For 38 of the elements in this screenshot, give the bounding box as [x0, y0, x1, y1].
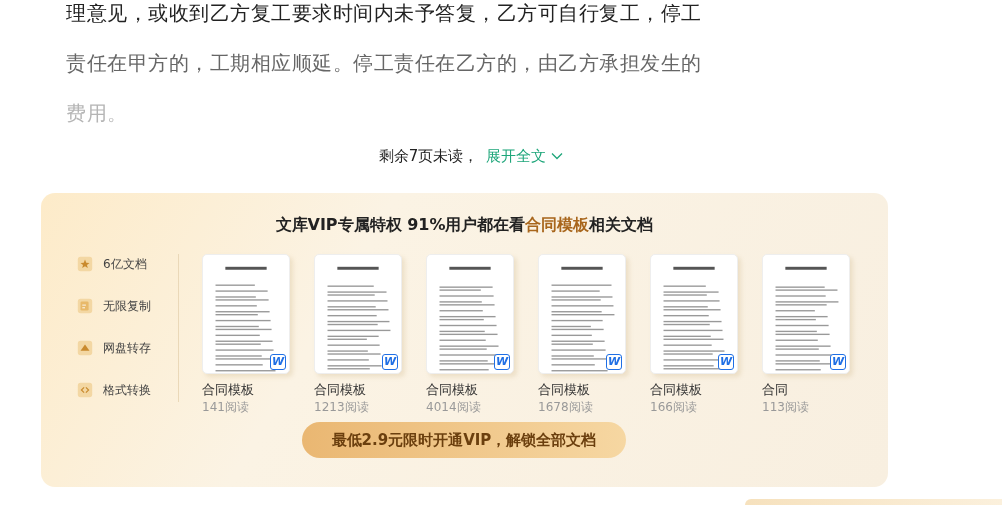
article-text: 责任在甲方的，工期相应顺延。停工责任在乙方的，由乙方承担发生的 — [66, 50, 703, 77]
chevron-down-icon — [551, 152, 564, 160]
document-title[interactable]: 合同模板 — [202, 381, 288, 399]
copy-icon — [76, 297, 94, 315]
feature-label: 无限复制 — [103, 297, 151, 315]
word-badge: W — [382, 354, 398, 370]
code-icon — [76, 381, 94, 399]
document-thumbnail[interactable]: W — [762, 254, 850, 374]
feature-label: 格式转换 — [103, 381, 151, 399]
document-thumbnail[interactable]: W — [202, 254, 290, 374]
document-title[interactable]: 合同模板 — [426, 381, 512, 399]
open-vip-button[interactable]: 最低2.9元限时开通VIP，解锁全部文档 — [302, 422, 626, 458]
document-thumbnail[interactable]: W — [426, 254, 514, 374]
document-thumbnail[interactable]: W — [650, 254, 738, 374]
word-badge: W — [606, 354, 622, 370]
remaining-pages-text: 剩余7页未读， — [378, 146, 479, 166]
feature-label: 网盘转存 — [103, 339, 151, 357]
article-text: 费用。 — [66, 100, 129, 127]
document-title[interactable]: 合同模板 — [538, 381, 624, 399]
word-badge: W — [494, 354, 510, 370]
read-count: 166阅读 — [650, 399, 698, 416]
word-badge: W — [718, 354, 734, 370]
document-thumbnail[interactable]: W — [314, 254, 402, 374]
document-title[interactable]: 合同 — [762, 381, 848, 399]
read-count: 1213阅读 — [314, 399, 370, 416]
article-text: 理意见，或收到乙方复工要求时间内未予答复，乙方可自行复工，停工 — [66, 0, 703, 27]
document-title[interactable]: 合同模板 — [314, 381, 400, 399]
read-count: 4014阅读 — [426, 399, 482, 416]
document-title[interactable]: 合同模板 — [650, 381, 736, 399]
read-count: 1678阅读 — [538, 399, 594, 416]
feature-label: 6亿文档 — [103, 255, 147, 273]
document-thumbnail[interactable]: W — [538, 254, 626, 374]
vip-title: 文库VIP专属特权 91%用户都在看合同模板相关文档 — [274, 215, 655, 236]
word-badge: W — [830, 354, 846, 370]
expand-link[interactable]: 展开全文 — [486, 146, 564, 166]
read-count: 113阅读 — [762, 399, 810, 416]
word-badge: W — [270, 354, 286, 370]
read-count: 141阅读 — [202, 399, 250, 416]
